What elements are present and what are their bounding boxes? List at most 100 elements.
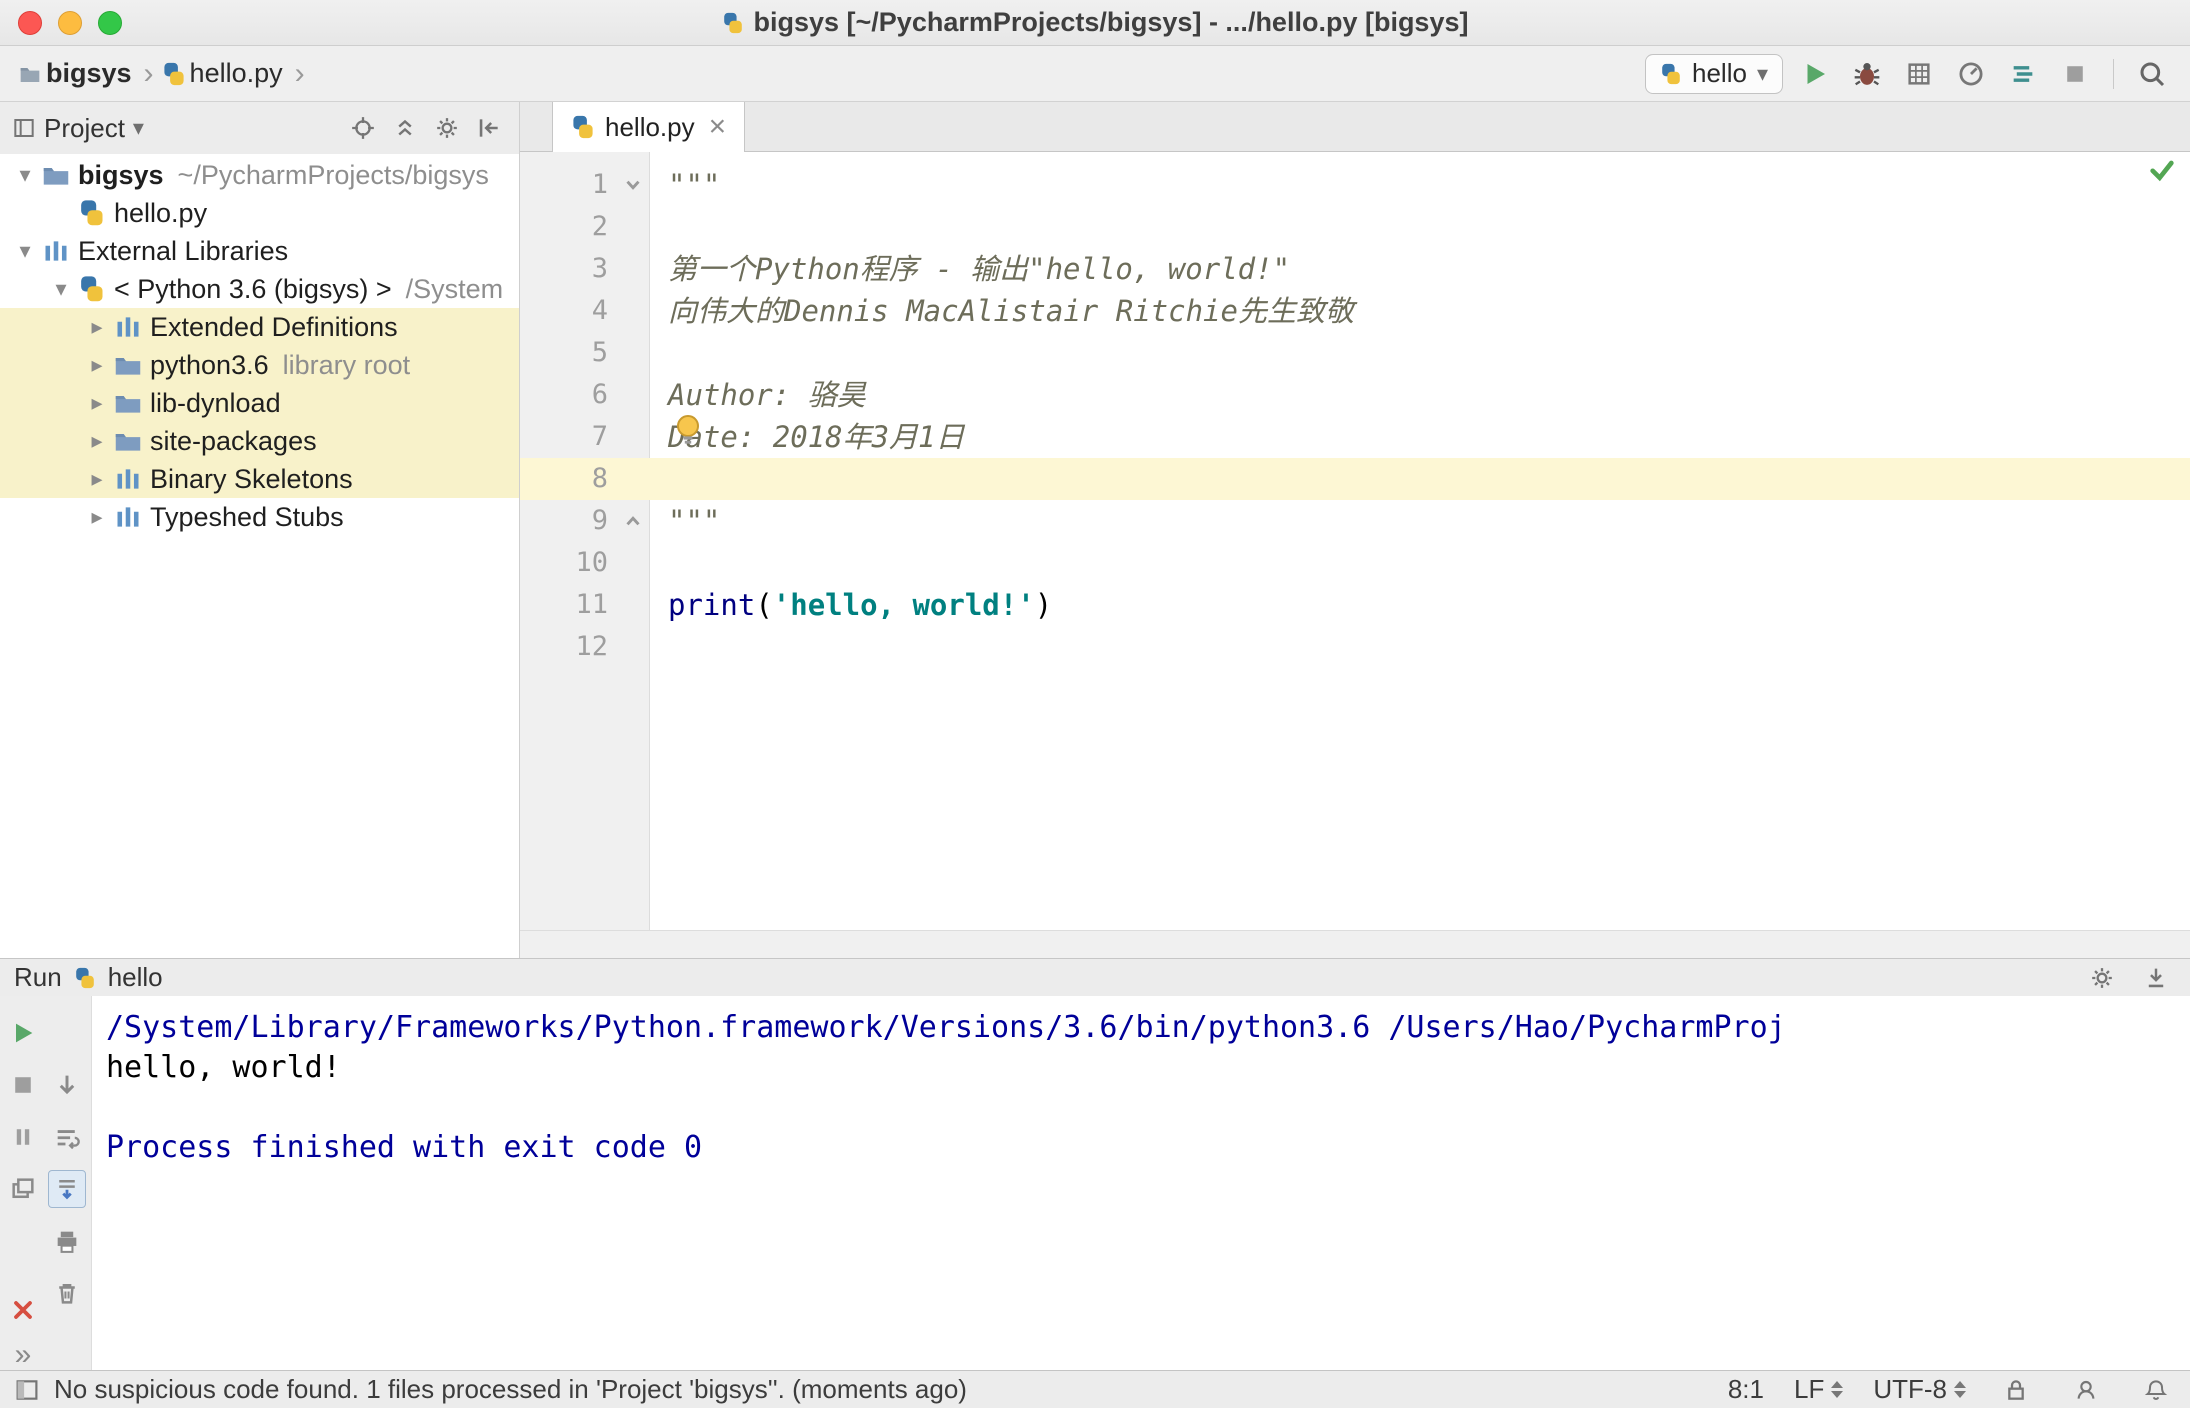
search-everywhere-button[interactable] xyxy=(2132,54,2172,94)
tree-item-label: site-packages xyxy=(150,425,317,456)
inspections-ok-icon[interactable] xyxy=(2148,156,2176,184)
minimize-window-button[interactable] xyxy=(58,10,82,35)
breadcrumb-project[interactable]: bigsys xyxy=(46,58,132,89)
navigation-bar: bigsys › hello.py › hello ▾ xyxy=(0,46,2190,102)
rerun-button[interactable] xyxy=(4,1014,42,1052)
tree-item-label: bigsys xyxy=(78,159,164,190)
code-text: """ xyxy=(668,504,721,538)
breadcrumb-file[interactable]: hello.py xyxy=(190,58,283,89)
tab-hello-py[interactable]: hello.py × xyxy=(552,102,746,152)
clear-all-button[interactable] xyxy=(48,1274,86,1312)
tree-item-typeshed-stubs[interactable]: ▸ Typeshed Stubs xyxy=(0,498,519,536)
soft-wrap-button[interactable] xyxy=(48,1118,86,1156)
editor-line-8[interactable]: 8 xyxy=(520,458,2190,500)
stop-process-button[interactable] xyxy=(4,1066,42,1104)
tree-toggle-icon[interactable]: ▸ xyxy=(82,466,112,492)
fold-marker-icon[interactable] xyxy=(616,164,650,206)
run-console[interactable]: /System/Library/Frameworks/Python.framew… xyxy=(92,996,2190,1370)
folder-icon xyxy=(40,160,72,190)
tree-item-site-packages[interactable]: ▸ site-packages xyxy=(0,422,519,460)
tree-item-python3-6[interactable]: ▸ python3.6 library root xyxy=(0,346,519,384)
editor-line-10[interactable]: 10 xyxy=(520,542,2190,584)
tree-item-bigsys[interactable]: ▾ bigsys ~/PycharmProjects/bigsys xyxy=(0,156,519,194)
zoom-window-button[interactable] xyxy=(98,10,122,35)
tree-item-external-libraries[interactable]: ▾ External Libraries xyxy=(0,232,519,270)
editor-line-7[interactable]: 7 Date: 2018年3月1日 xyxy=(520,416,2190,458)
tree-toggle-icon[interactable]: ▾ xyxy=(46,276,76,302)
close-run-panel-button[interactable] xyxy=(4,1291,42,1329)
pycharm-window: bigsys [~/PycharmProjects/bigsys] - .../… xyxy=(0,0,2190,1408)
tree-item-extended-definitions[interactable]: ▸ Extended Definitions xyxy=(0,308,519,346)
fold-column xyxy=(616,290,650,332)
hide-panel-button[interactable] xyxy=(471,110,507,146)
print-button[interactable] xyxy=(48,1222,86,1260)
fold-marker-icon[interactable] xyxy=(616,500,650,542)
tree-toggle-icon[interactable]: ▸ xyxy=(82,428,112,454)
editor-line-5[interactable]: 5 xyxy=(520,332,2190,374)
tree-toggle-icon[interactable]: ▸ xyxy=(82,504,112,530)
editor-line-3[interactable]: 3 第一个Python程序 - 输出"hello, world!" xyxy=(520,248,2190,290)
scroll-to-end-button[interactable] xyxy=(48,1170,86,1208)
project-view-selector[interactable]: Project xyxy=(44,113,125,144)
tree-toggle-icon[interactable]: ▸ xyxy=(82,314,112,340)
code-text: """ xyxy=(668,168,721,202)
editor-line-9[interactable]: 9 """ xyxy=(520,500,2190,542)
run-button[interactable] xyxy=(1795,54,1835,94)
project-panel-header: Project ▾ xyxy=(0,102,519,154)
fold-column xyxy=(616,374,650,416)
notifications-bell-icon[interactable] xyxy=(2136,1370,2176,1408)
close-window-button[interactable] xyxy=(18,10,42,35)
editor-line-11[interactable]: 11 print('hello, world!') xyxy=(520,584,2190,626)
tree-toggle-icon[interactable]: ▾ xyxy=(10,162,40,188)
run-with-coverage-button[interactable] xyxy=(1899,54,1939,94)
console-line: /System/Library/Frameworks/Python.framew… xyxy=(106,1010,1786,1045)
encoding-select[interactable]: UTF-8 xyxy=(1873,1374,1966,1405)
collapse-all-button[interactable] xyxy=(387,110,423,146)
toolwindow-toggle-icon[interactable] xyxy=(14,1377,40,1403)
tree-toggle-icon[interactable]: ▸ xyxy=(82,390,112,416)
tree-item-binary-skeletons[interactable]: ▸ Binary Skeletons xyxy=(0,460,519,498)
line-number: 7 xyxy=(591,421,608,452)
debug-button[interactable] xyxy=(1847,54,1887,94)
editor[interactable]: 1 """ 2 3 第一个Python程序 - 输出"hello, world!" 4 向伟… xyxy=(520,152,2190,930)
more-options-button[interactable]: » xyxy=(4,1336,42,1374)
editor-line-6[interactable]: 6 Author: 骆昊 xyxy=(520,374,2190,416)
tree-toggle-icon[interactable]: ▸ xyxy=(82,352,112,378)
editor-line-12[interactable]: 12 xyxy=(520,626,2190,668)
project-settings-button[interactable] xyxy=(429,110,465,146)
status-bar-widgets: 8:1 LF UTF-8 xyxy=(1728,1370,2176,1408)
chevron-down-icon: ▾ xyxy=(132,115,144,140)
pause-output-button[interactable] xyxy=(4,1118,42,1156)
close-tab-icon[interactable]: × xyxy=(709,110,727,144)
editor-line-1[interactable]: 1 """ xyxy=(520,164,2190,206)
hector-highlighting-icon[interactable] xyxy=(2066,1370,2106,1408)
project-tool-window: Project ▾ ▾ bigsys ~/PycharmProjects/big… xyxy=(0,102,520,958)
hide-run-panel-button[interactable] xyxy=(2136,958,2176,998)
profiler-button[interactable] xyxy=(1951,54,1991,94)
fold-column xyxy=(616,584,650,626)
tree-item-hello-py[interactable]: hello.py xyxy=(0,194,519,232)
run-settings-gear-icon[interactable] xyxy=(2082,958,2122,998)
intention-bulb-icon[interactable] xyxy=(670,410,706,446)
concurrency-diagram-button[interactable] xyxy=(2003,54,2043,94)
pyfile-icon xyxy=(76,198,108,228)
stop-button[interactable] xyxy=(2055,54,2095,94)
tree-item-python-3-6-bigsys[interactable]: ▾ < Python 3.6 (bigsys) > /System xyxy=(0,270,519,308)
window-title-group: bigsys [~/PycharmProjects/bigsys] - .../… xyxy=(722,7,1468,38)
restore-layout-button[interactable] xyxy=(4,1170,42,1208)
jump-to-bottom-button[interactable] xyxy=(48,1066,86,1104)
run-header-actions xyxy=(2082,958,2176,998)
horizontal-scrollbar[interactable] xyxy=(520,930,2190,958)
tree-toggle-icon[interactable]: ▾ xyxy=(10,238,40,264)
locate-file-button[interactable] xyxy=(345,110,381,146)
line-separator-select[interactable]: LF xyxy=(1794,1374,1844,1405)
run-configuration-select[interactable]: hello ▾ xyxy=(1645,53,1783,94)
editor-line-2[interactable]: 2 xyxy=(520,206,2190,248)
updown-arrows-icon xyxy=(1831,1381,1844,1398)
caret-position[interactable]: 8:1 xyxy=(1728,1374,1764,1405)
tree-item-lib-dynload[interactable]: ▸ lib-dynload xyxy=(0,384,519,422)
editor-line-4[interactable]: 4 向伟大的Dennis MacAlistair Ritchie先生致敬 xyxy=(520,290,2190,332)
lock-icon[interactable] xyxy=(1996,1370,2036,1408)
